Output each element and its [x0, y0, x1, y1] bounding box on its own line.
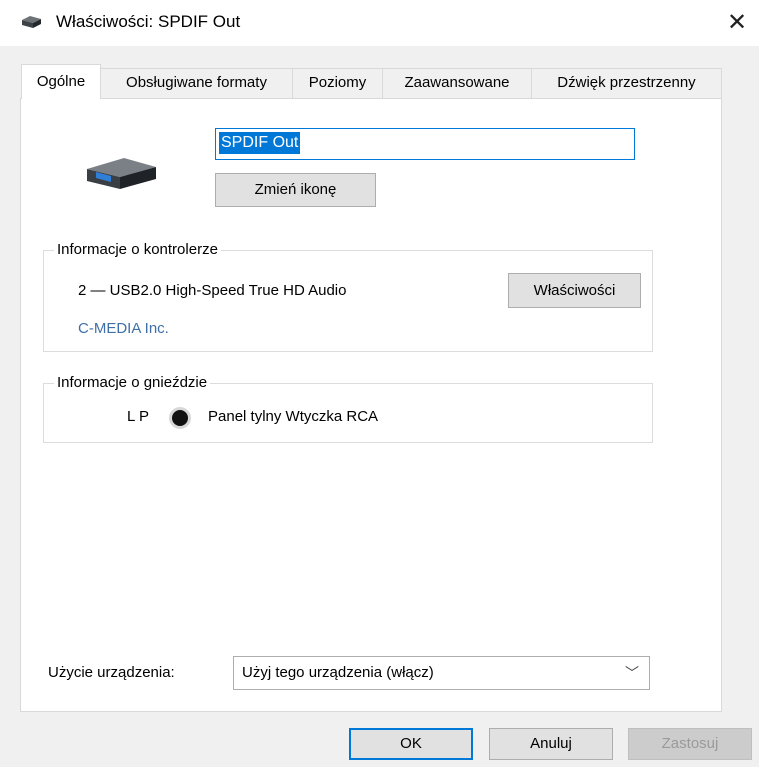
device-icon [87, 158, 156, 189]
cancel-button[interactable]: Anuluj [489, 728, 613, 760]
device-usage-label: Użycie urządzenia: [48, 664, 175, 681]
tab-general[interactable]: Ogólne [21, 64, 101, 99]
change-icon-button[interactable]: Zmień ikonę [215, 173, 376, 207]
apply-button[interactable]: Zastosuj [628, 728, 752, 760]
jack-channels: L P [127, 408, 149, 425]
jack-connector-icon [169, 407, 191, 429]
device-name-value: SPDIF Out [219, 132, 301, 154]
controller-name: 2 — USB2.0 High-Speed True HD Audio [78, 282, 347, 299]
speaker-device-icon [22, 16, 41, 28]
ok-button[interactable]: OK [349, 728, 473, 760]
jack-description: Panel tylny Wtyczka RCA [208, 408, 379, 425]
device-usage-selected: Użyj tego urządzenia (włącz) [242, 664, 434, 681]
tab-supported-formats[interactable]: Obsługiwane formaty [100, 68, 293, 98]
tab-levels[interactable]: Poziomy [292, 68, 383, 98]
controller-properties-button[interactable]: Właściwości [508, 273, 641, 308]
device-usage-select[interactable]: Użyj tego urządzenia (włącz) ﹀ [233, 656, 650, 690]
controller-info-legend: Informacje o kontrolerze [54, 241, 221, 258]
close-icon[interactable]: ✕ [722, 8, 752, 38]
controller-vendor: C-MEDIA Inc. [78, 320, 169, 337]
tab-advanced[interactable]: Zaawansowane [382, 68, 532, 98]
chevron-down-icon: ﹀ [625, 665, 639, 681]
window-title: Właściwości: SPDIF Out [56, 12, 241, 31]
device-name-input[interactable]: SPDIF Out [215, 128, 635, 160]
jack-info-legend: Informacje o gnieździe [54, 374, 211, 391]
tab-spatial-sound[interactable]: Dźwięk przestrzenny [531, 68, 722, 98]
